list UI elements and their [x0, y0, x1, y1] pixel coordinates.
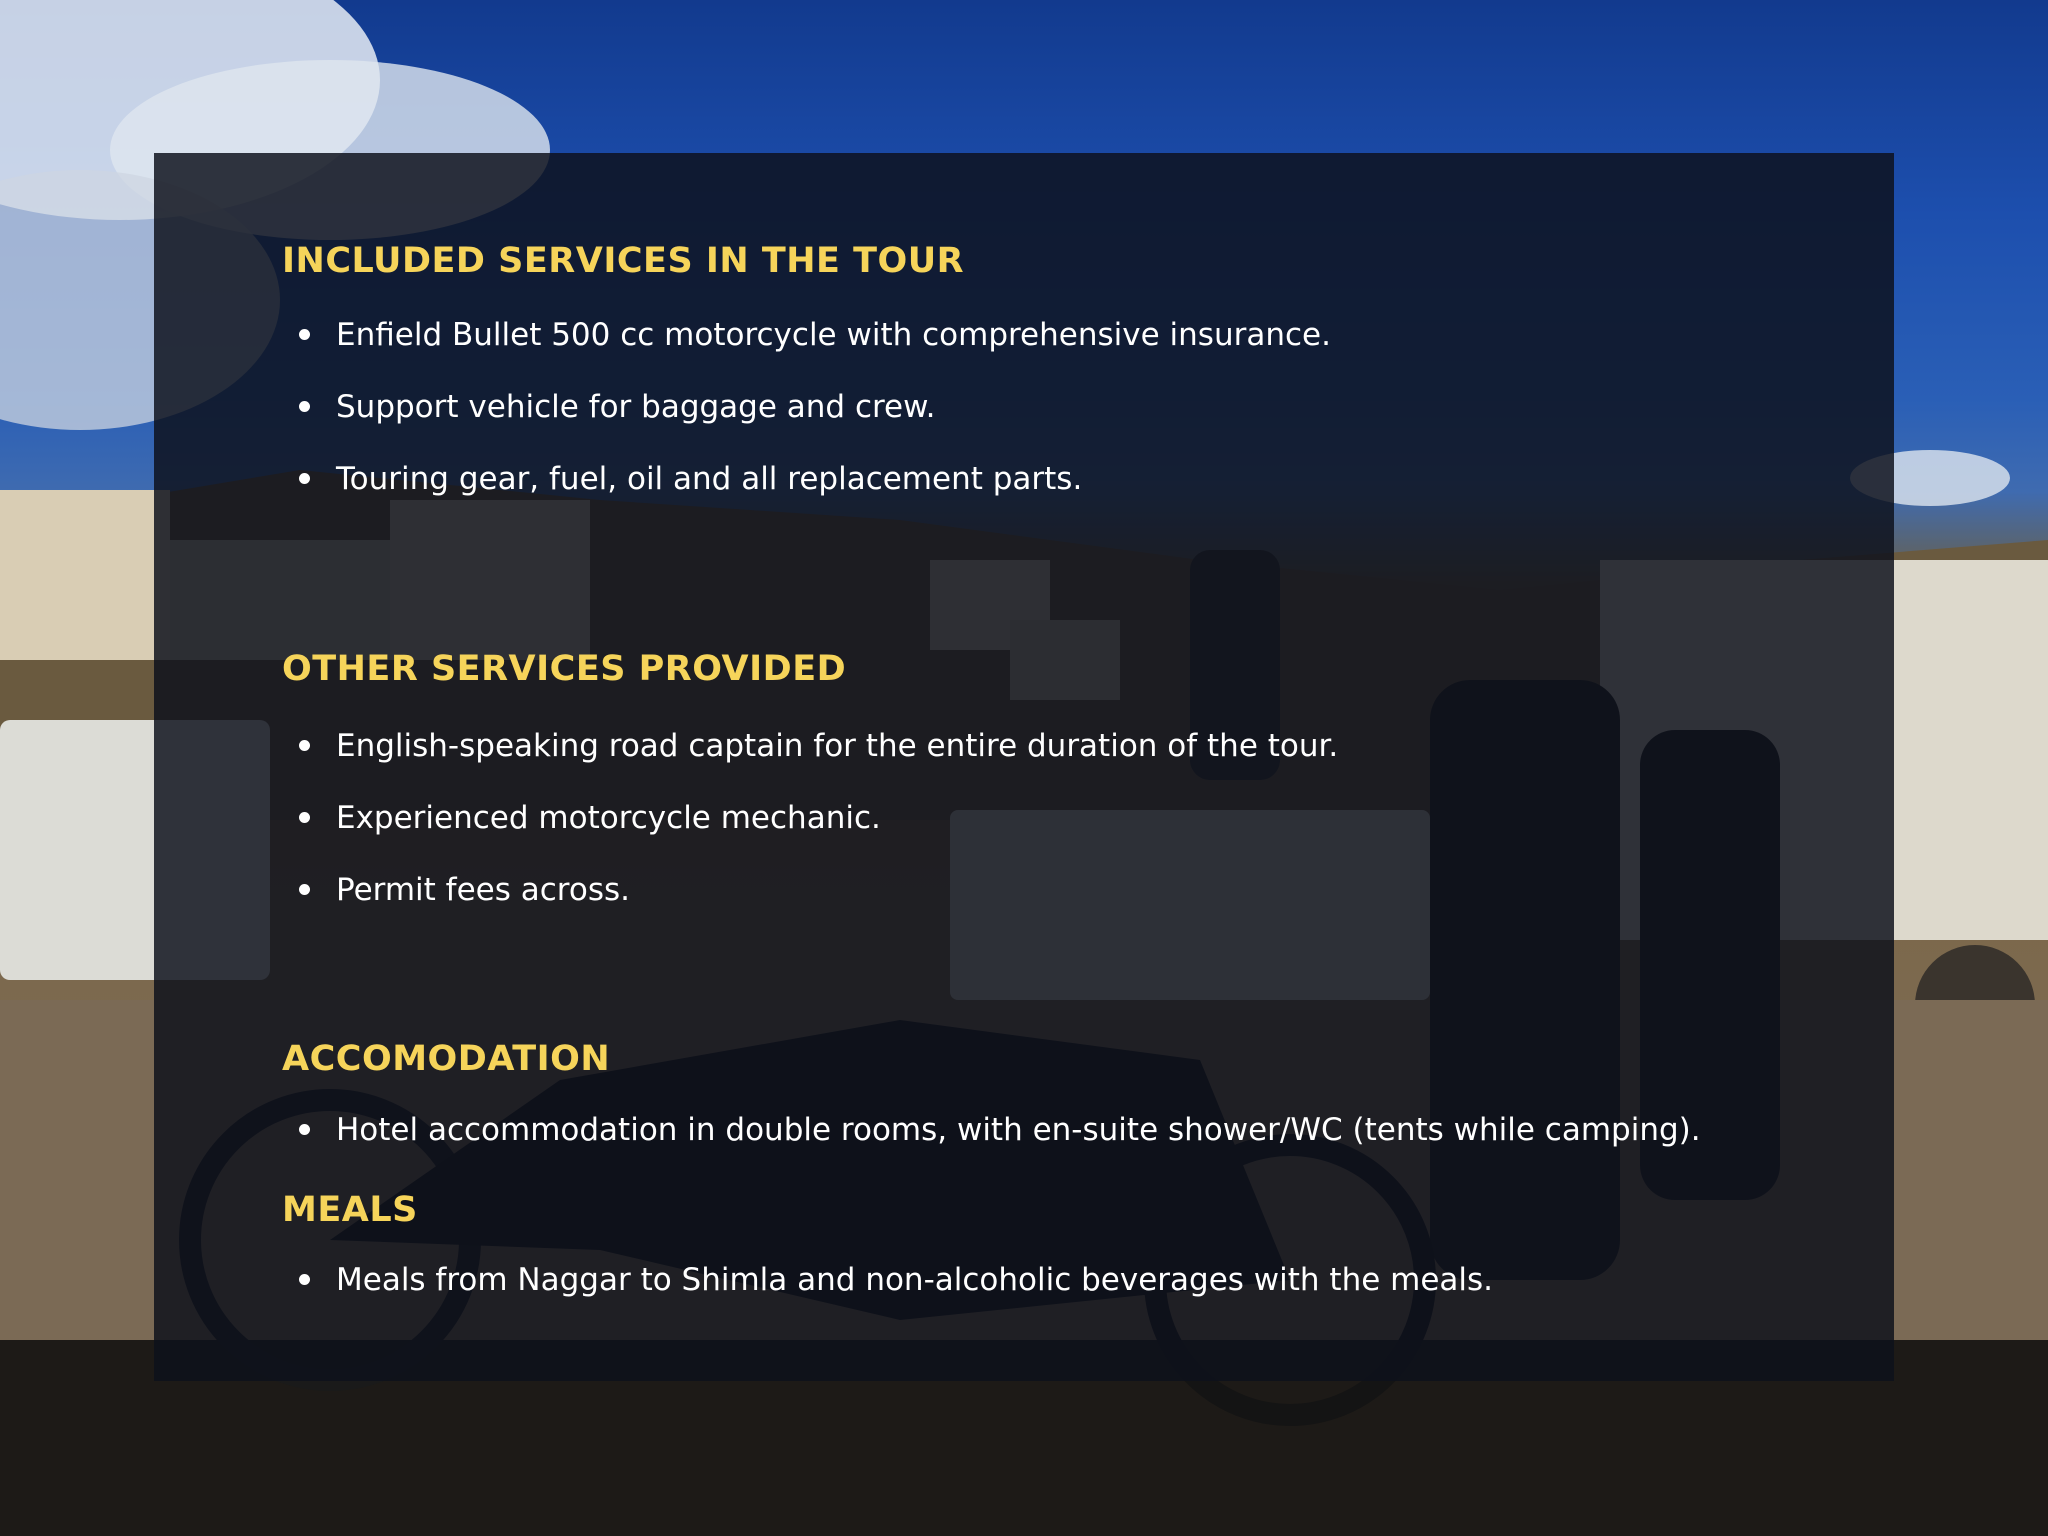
- meals-list: Meals from Naggar to Shimla and non-alco…: [282, 1260, 1493, 1332]
- section-title-accommodation: ACCOMODATION: [282, 1039, 611, 1079]
- bullet-icon: [299, 1124, 310, 1135]
- bullet-icon: [299, 812, 310, 823]
- list-item-text: Meals from Naggar to Shimla and non-alco…: [336, 1262, 1494, 1298]
- included-services-list: Enfield Bullet 500 cc motorcycle with co…: [282, 315, 1331, 531]
- list-item-text: Enfield Bullet 500 cc motorcycle with co…: [336, 317, 1331, 353]
- list-item-text: English-speaking road captain for the en…: [336, 728, 1339, 764]
- list-item: Meals from Naggar to Shimla and non-alco…: [282, 1260, 1493, 1332]
- list-item: Hotel accommodation in double rooms, wit…: [282, 1110, 1701, 1182]
- section-title-meals: MEALS: [282, 1190, 418, 1230]
- list-item-text: Experienced motorcycle mechanic.: [336, 800, 881, 836]
- bullet-icon: [299, 884, 310, 895]
- list-item: Permit fees across.: [282, 870, 1338, 942]
- services-panel: INCLUDED SERVICES IN THE TOUR Enfield Bu…: [154, 153, 1894, 1381]
- bullet-icon: [299, 329, 310, 340]
- list-item-text: Hotel accommodation in double rooms, wit…: [336, 1112, 1701, 1148]
- list-item: Touring gear, fuel, oil and all replacem…: [282, 459, 1331, 531]
- list-item-text: Touring gear, fuel, oil and all replacem…: [336, 461, 1083, 497]
- accommodation-list: Hotel accommodation in double rooms, wit…: [282, 1110, 1701, 1182]
- section-title-included-services: INCLUDED SERVICES IN THE TOUR: [282, 241, 965, 281]
- list-item-text: Permit fees across.: [336, 872, 630, 908]
- bullet-icon: [299, 740, 310, 751]
- list-item: Support vehicle for baggage and crew.: [282, 387, 1331, 459]
- list-item-text: Support vehicle for baggage and crew.: [336, 389, 936, 425]
- list-item: Enfield Bullet 500 cc motorcycle with co…: [282, 315, 1331, 387]
- bullet-icon: [299, 473, 310, 484]
- other-services-list: English-speaking road captain for the en…: [282, 726, 1338, 942]
- list-item: Experienced motorcycle mechanic.: [282, 798, 1338, 870]
- section-title-other-services: OTHER SERVICES PROVIDED: [282, 649, 847, 689]
- bullet-icon: [299, 1274, 310, 1285]
- list-item: English-speaking road captain for the en…: [282, 726, 1338, 798]
- bullet-icon: [299, 401, 310, 412]
